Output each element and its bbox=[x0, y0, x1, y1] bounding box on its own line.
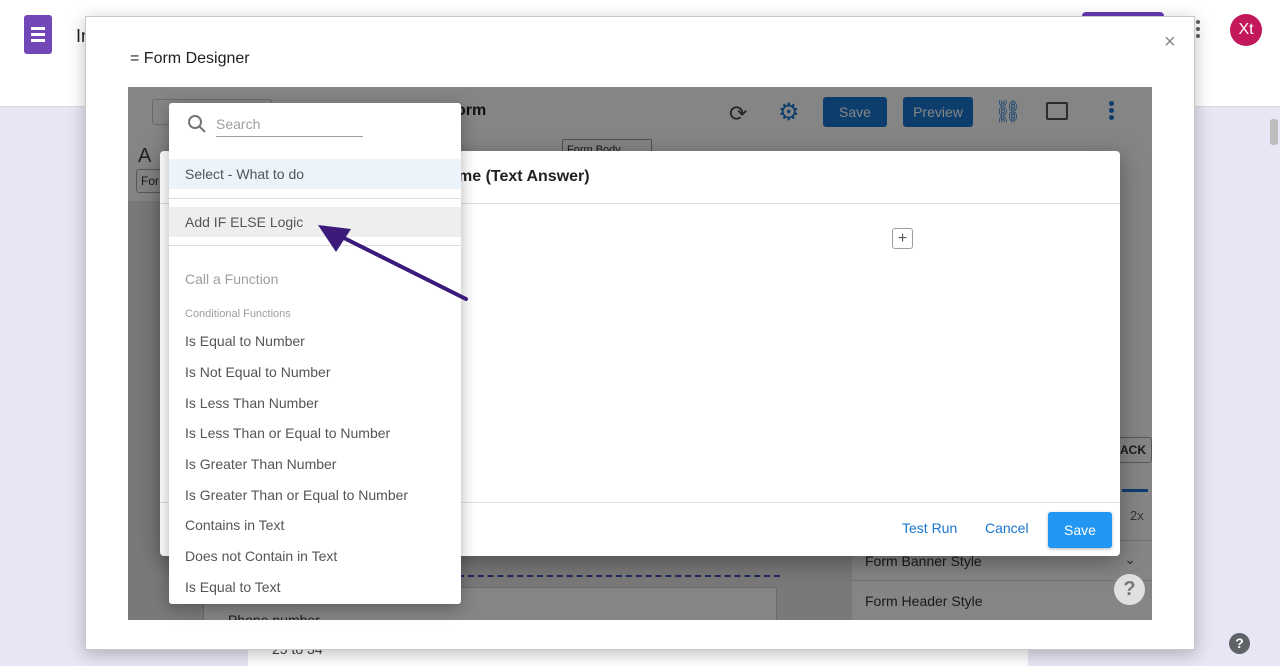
action-dropdown: Select - What to do Add IF ELSE Logic Ca… bbox=[169, 103, 461, 604]
call-function-header: Call a Function bbox=[185, 271, 279, 287]
function-option[interactable]: Does not Contain in Text bbox=[169, 541, 461, 571]
cancel-button[interactable]: Cancel bbox=[985, 520, 1029, 536]
divider bbox=[169, 245, 461, 246]
function-option[interactable]: Is Not Equal to Number bbox=[169, 357, 461, 387]
function-option[interactable]: Is Greater Than or Equal to Number bbox=[169, 480, 461, 510]
save-button[interactable]: Save bbox=[1048, 512, 1112, 548]
option-add-if-else-logic[interactable]: Add IF ELSE Logic bbox=[169, 207, 461, 237]
test-run-button[interactable]: Test Run bbox=[902, 520, 957, 536]
page-scrollbar[interactable] bbox=[1270, 119, 1278, 145]
help-icon[interactable]: ? bbox=[1229, 633, 1250, 654]
function-option[interactable]: Is Less Than Number bbox=[169, 388, 461, 418]
function-option[interactable]: Is Equal to Number bbox=[169, 326, 461, 356]
close-icon[interactable]: × bbox=[1164, 31, 1176, 54]
designer-help-icon[interactable]: ? bbox=[1114, 574, 1145, 605]
add-icon[interactable]: + bbox=[892, 228, 913, 249]
avatar[interactable]: Xt bbox=[1230, 14, 1262, 46]
search-icon bbox=[188, 115, 206, 133]
divider bbox=[169, 198, 461, 199]
function-option[interactable]: Is Greater Than Number bbox=[169, 449, 461, 479]
conditional-functions-header: Conditional Functions bbox=[185, 308, 291, 320]
function-option[interactable]: Is Less Than or Equal to Number bbox=[169, 418, 461, 448]
option-select-what-to-do[interactable]: Select - What to do bbox=[169, 159, 461, 189]
dialog-title: me (Text Answer) bbox=[458, 168, 590, 185]
function-option[interactable]: Is Equal to Text bbox=[169, 572, 461, 602]
function-option[interactable]: Contains in Text bbox=[169, 510, 461, 540]
designer-title: = Form Designer bbox=[130, 50, 250, 67]
search-input[interactable] bbox=[216, 112, 363, 137]
google-forms-logo-icon[interactable] bbox=[24, 15, 52, 54]
